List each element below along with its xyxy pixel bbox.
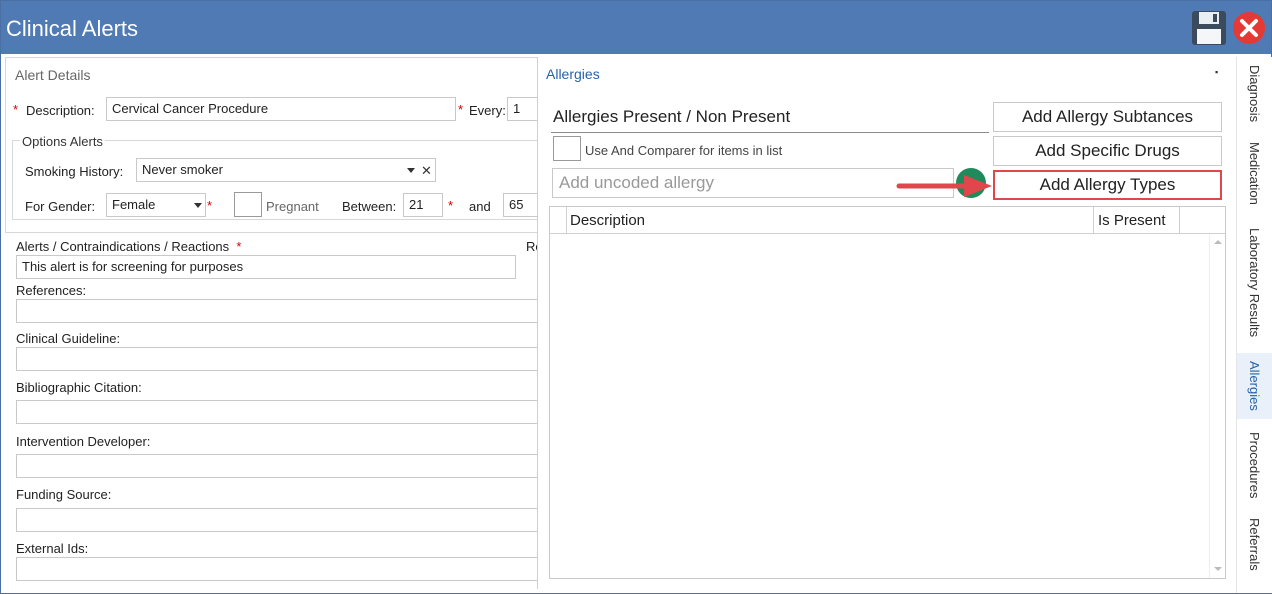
- gender-label: For Gender:: [25, 199, 96, 214]
- save-button[interactable]: [1191, 10, 1227, 46]
- scroll-up-icon[interactable]: [1214, 240, 1222, 244]
- funding-source-label: Funding Source:: [16, 487, 112, 502]
- clinical-guideline-label: Clinical Guideline:: [16, 331, 121, 346]
- allergies-grid: Description Is Present: [549, 206, 1226, 579]
- add-allergy-types-button[interactable]: Add Allergy Types: [993, 170, 1222, 200]
- age-to-input[interactable]: 65: [503, 193, 537, 217]
- smoking-history-label: Smoking History:: [25, 164, 124, 179]
- grid-header: Description Is Present: [550, 207, 1225, 234]
- tab-laboratory-results-label: Laboratory Results: [1247, 228, 1262, 338]
- tab-referrals[interactable]: Referrals: [1237, 511, 1272, 577]
- grid-scrollbar[interactable]: [1209, 234, 1225, 578]
- tab-diagnosis-label: Diagnosis: [1247, 65, 1262, 123]
- side-tabs: Diagnosis Medication Laboratory Results …: [1236, 57, 1272, 593]
- bibliographic-citation-label: Bibliographic Citation:: [16, 380, 142, 395]
- column-separator: [566, 207, 567, 234]
- use-and-comparer-checkbox[interactable]: [553, 136, 581, 161]
- alert-details-section: Alert Details * Description: Cervical Ca…: [5, 57, 537, 233]
- floppy-disk-icon: [1192, 11, 1226, 45]
- and-label: and: [469, 199, 491, 214]
- pin-icon[interactable]: ▪: [1215, 67, 1218, 77]
- red-arrow-icon: [896, 175, 992, 197]
- red-x-circle-icon: [1233, 12, 1265, 44]
- column-separator: [1179, 207, 1180, 234]
- required-marker: *: [207, 198, 213, 213]
- tab-allergies[interactable]: Allergies: [1237, 353, 1272, 419]
- intervention-developer-input[interactable]: [16, 454, 537, 478]
- tab-allergies-label: Allergies: [1247, 361, 1262, 411]
- alerts-label: Alerts / Contraindications / Reactions *: [16, 239, 242, 254]
- chevron-down-icon[interactable]: [407, 168, 415, 173]
- smoking-history-select[interactable]: Never smoker: [136, 158, 436, 182]
- gender-select[interactable]: Female: [106, 193, 206, 217]
- alert-details-pane: Alert Details * Description: Cervical Ca…: [5, 57, 537, 589]
- funding-source-input[interactable]: [16, 508, 537, 532]
- add-allergy-subtances-button[interactable]: Add Allergy Subtances: [993, 102, 1222, 132]
- tab-procedures-label: Procedures: [1247, 431, 1262, 499]
- references-input[interactable]: [16, 299, 537, 323]
- allergies-present-label: Allergies Present / Non Present: [553, 107, 791, 126]
- age-from-input[interactable]: 21: [403, 193, 443, 217]
- references-label: References:: [16, 283, 87, 298]
- required-marker: *: [458, 102, 464, 117]
- tab-diagnosis[interactable]: Diagnosis: [1237, 59, 1272, 129]
- smoking-history-value: Never smoker: [142, 162, 223, 177]
- between-label: Between:: [342, 199, 397, 214]
- title-bar: Clinical Alerts: [1, 1, 1271, 54]
- add-specific-drugs-button[interactable]: Add Specific Drugs: [993, 136, 1222, 166]
- scroll-down-icon[interactable]: [1214, 567, 1222, 571]
- uncoded-allergy-input[interactable]: Add uncoded allergy: [552, 168, 954, 198]
- window-title: Clinical Alerts: [6, 16, 139, 41]
- required-marker: *: [13, 102, 19, 117]
- options-alerts-title: Options Alerts: [20, 134, 105, 149]
- pregnant-label: Pregnant: [266, 199, 319, 214]
- alerts-input[interactable]: This alert is for screening for purposes: [16, 255, 516, 279]
- tab-medication[interactable]: Medication: [1237, 133, 1272, 213]
- clinical-guideline-input[interactable]: [16, 347, 537, 371]
- clear-icon[interactable]: ✕: [421, 163, 432, 179]
- required-marker: *: [448, 198, 454, 213]
- chevron-down-icon[interactable]: [194, 203, 202, 208]
- tab-procedures[interactable]: Procedures: [1237, 425, 1272, 505]
- every-label: Every:: [469, 103, 506, 118]
- present-underline: [551, 132, 989, 133]
- close-button[interactable]: [1232, 11, 1266, 45]
- use-and-comparer-label: Use And Comparer for items in list: [585, 143, 783, 158]
- column-header-description[interactable]: Description: [570, 207, 645, 234]
- gender-value: Female: [112, 197, 156, 212]
- bibliographic-citation-input[interactable]: [16, 400, 537, 424]
- every-input[interactable]: 1: [507, 97, 537, 121]
- description-input[interactable]: Cervical Cancer Procedure: [106, 97, 456, 121]
- column-separator: [1093, 207, 1094, 234]
- intervention-developer-label: Intervention Developer:: [16, 434, 151, 449]
- allergies-pane: Allergies ▪ Allergies Present / Non Pres…: [538, 57, 1234, 589]
- tab-laboratory-results[interactable]: Laboratory Results: [1237, 219, 1272, 347]
- pregnant-checkbox[interactable]: [234, 192, 262, 217]
- external-ids-label: External Ids:: [16, 541, 89, 556]
- tab-medication-label: Medication: [1247, 141, 1262, 205]
- clinical-alerts-window: Clinical Alerts Alert Details * Descript…: [0, 0, 1272, 594]
- tab-referrals-label: Referrals: [1247, 517, 1262, 571]
- truncated-label: Re: [526, 239, 537, 254]
- allergies-title: Allergies: [546, 66, 600, 82]
- description-label: Description:: [26, 103, 95, 118]
- external-ids-input[interactable]: [16, 557, 537, 581]
- column-header-is-present[interactable]: Is Present: [1098, 207, 1166, 234]
- alert-details-title: Alert Details: [15, 67, 91, 83]
